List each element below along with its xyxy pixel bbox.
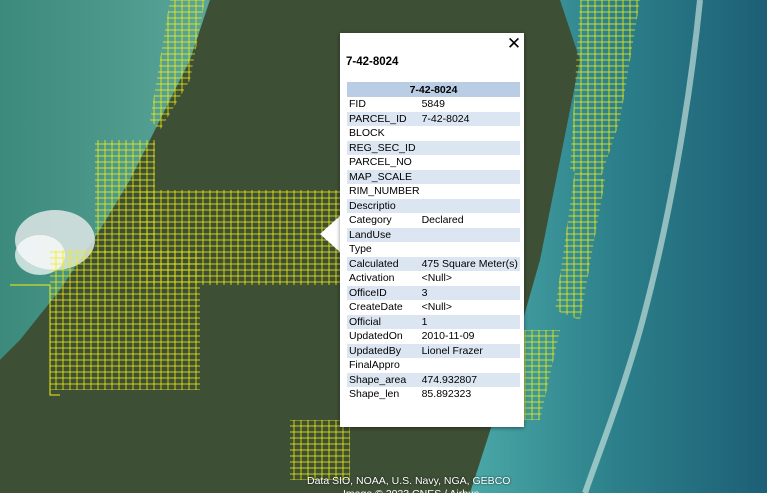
attribute-key: UpdatedBy	[347, 343, 420, 358]
attribute-value	[420, 155, 520, 170]
attribute-key: PARCEL_ID	[347, 111, 420, 126]
attribute-value	[419, 198, 520, 213]
info-popup: ✕ 7-42-8024 7-42-8024 FID 5849 PARCEL_ID 7-…	[340, 33, 524, 427]
attribute-key: UpdatedOn	[349, 330, 403, 343]
attribute-value	[419, 227, 520, 242]
attribute-value	[420, 242, 520, 257]
attribute-key: OfficeID	[347, 285, 420, 300]
table-row: REG_SEC_ID	[347, 140, 520, 155]
table-row: CreateDate <Null>	[347, 300, 520, 315]
table-row: Category Declared	[347, 213, 520, 228]
table-row: MAP_SCALE	[347, 169, 520, 184]
attribute-value: Lionel Frazer	[419, 343, 520, 358]
attribute-value: 5849	[421, 98, 445, 111]
table-row: UpdatedOn 2010-11-09	[347, 329, 520, 344]
attribute-value: 474.932807	[419, 372, 520, 387]
attribute-value: 475 Square Meter(s)	[419, 256, 520, 271]
table-row: Type	[347, 242, 520, 257]
table-row: Shape_len 85.892323	[347, 387, 520, 402]
attribute-value: <Null>	[421, 272, 452, 285]
attribute-key: REG_SEC_ID	[347, 140, 420, 155]
close-button[interactable]: ✕	[506, 35, 522, 53]
table-row: Activation <Null>	[347, 271, 520, 286]
map-attribution-image: Image © 2023 CNES / Airbus	[343, 488, 480, 500]
attribute-table: 7-42-8024 FID 5849 PARCEL_ID 7-42-8024 BLOCK…	[347, 82, 520, 402]
attribute-key: Activation	[349, 272, 395, 285]
attribute-value	[420, 184, 520, 199]
table-row: OfficeID 3	[347, 285, 520, 300]
table-row: Shape_area 474.932807	[347, 372, 520, 387]
table-row: Descriptio	[347, 198, 520, 213]
attribute-value	[419, 169, 520, 184]
attribute-key: Category	[349, 214, 392, 227]
attribute-value: 1	[419, 314, 520, 329]
attribute-key: LandUse	[347, 227, 420, 242]
attribute-value: 3	[419, 285, 520, 300]
table-header: 7-42-8024	[347, 82, 520, 97]
table-row: LandUse	[347, 227, 520, 242]
table-row: BLOCK	[347, 126, 520, 141]
table-row: Calculated 475 Square Meter(s)	[347, 256, 520, 271]
attribute-key: FinalAppro	[349, 359, 400, 372]
table-row: FID 5849	[347, 97, 520, 112]
attribute-value: Declared	[421, 214, 464, 227]
attribute-value: <Null>	[421, 301, 452, 314]
attribute-value	[419, 140, 520, 155]
attribute-key: Calculated	[347, 256, 420, 271]
table-row: RIM_NUMBER	[347, 184, 520, 199]
attribute-value: 85.892323	[421, 388, 472, 401]
map-attribution: Data SIO, NOAA, U.S. Navy, NGA, GEBCO	[307, 475, 511, 487]
attribute-key: Shape_len	[349, 388, 400, 401]
attribute-key: MAP_SCALE	[347, 169, 420, 184]
attribute-value	[420, 358, 520, 373]
attribute-key: Shape_area	[347, 372, 420, 387]
attribute-key: FID	[349, 98, 366, 111]
attribute-value: 7-42-8024	[419, 111, 520, 126]
attribute-value: 2010-11-09	[421, 330, 475, 343]
attribute-key: Descriptio	[347, 198, 420, 213]
table-row: Official 1	[347, 314, 520, 329]
popup-pointer	[320, 215, 341, 253]
table-row: PARCEL_NO	[347, 155, 520, 170]
table-row: FinalAppro	[347, 358, 520, 373]
attribute-value	[420, 126, 520, 141]
attribute-key: CreateDate	[349, 301, 403, 314]
attribute-key: Type	[349, 243, 372, 256]
attribute-key: RIM_NUMBER	[349, 185, 420, 198]
attribute-key: Official	[347, 314, 420, 329]
close-icon: ✕	[506, 34, 522, 54]
table-row: PARCEL_ID 7-42-8024	[347, 111, 520, 126]
attribute-key: BLOCK	[349, 127, 385, 140]
popup-title: 7-42-8024	[346, 56, 399, 68]
attribute-key: PARCEL_NO	[349, 156, 412, 169]
table-row: UpdatedBy Lionel Frazer	[347, 343, 520, 358]
